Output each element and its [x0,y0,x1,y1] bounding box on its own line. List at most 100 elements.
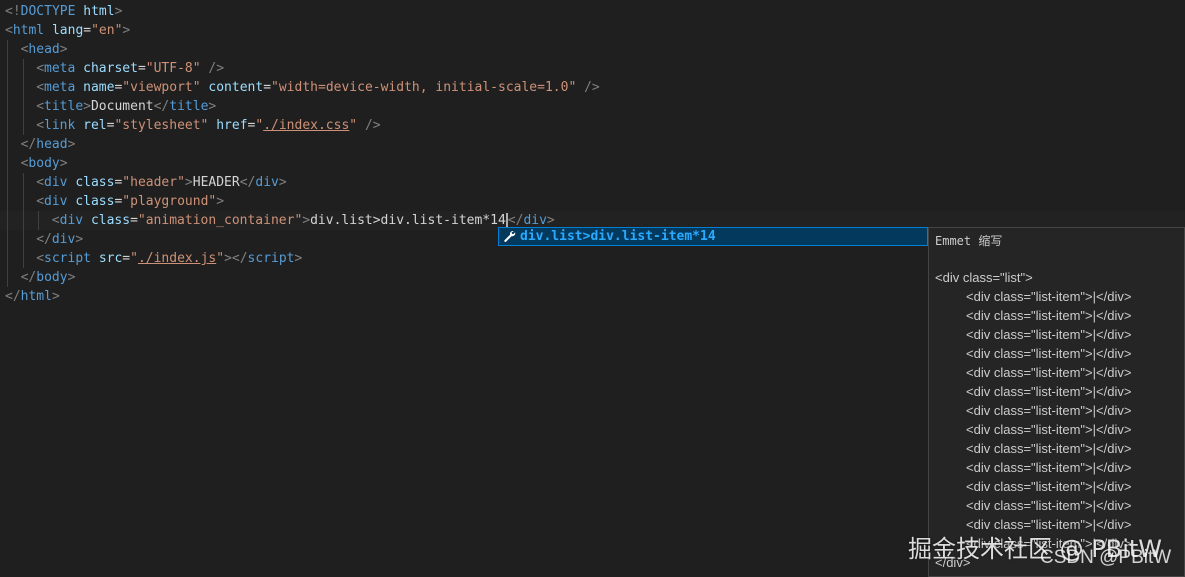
code-line[interactable]: <div class="playground"> [0,192,1185,211]
code-token: > [184,175,193,190]
code-line[interactable]: <link rel="stylesheet" href="./index.css… [0,116,1185,135]
code-line[interactable]: <meta name="viewport" content="width=dev… [0,78,1185,97]
code-line[interactable]: <!DOCTYPE html> [0,2,1185,21]
code-text: <meta name="viewport" content="width=dev… [36,78,600,97]
code-token: /> [364,118,381,133]
code-token: link [44,118,76,133]
preview-item-line: <div class="list-item">|</div> [966,308,1132,323]
code-token: " [255,118,264,133]
indent-guide [22,192,24,211]
indent-guide [7,116,8,135]
preview-item-line: <div class="list-item">|</div> [966,498,1132,513]
file-link[interactable]: ./index.css [263,118,349,133]
code-token: script [44,251,91,266]
code-token: </ [20,270,37,285]
code-line[interactable]: <div class="header">HEADER</div> [0,173,1185,192]
code-text: </body> [21,268,76,287]
indent-guide [22,249,24,268]
code-token: class [90,213,131,228]
code-token: </ [36,232,52,247]
code-token: name [83,80,115,95]
file-link[interactable]: ./index.js [138,251,216,266]
code-token: </ [20,137,37,152]
code-token: meta [44,61,76,76]
code-text: </div> [36,230,83,249]
code-token: < [36,194,45,209]
code-text: </head> [21,135,76,154]
code-token: > [208,99,217,114]
code-text: <script src="./index.js"></script> [36,249,302,268]
code-line[interactable]: <html lang="en"> [0,21,1185,40]
code-token: body [28,156,60,171]
code-token: < [36,61,45,76]
code-text: <meta charset="UTF-8" /> [36,59,224,78]
code-line[interactable]: <title>Document</title> [0,97,1185,116]
code-token: < [36,80,45,95]
code-line[interactable]: <head> [0,40,1185,59]
indent-guide [7,211,8,230]
suggestion-item-emmet[interactable]: div.list>div.list-item*14 [520,228,716,245]
code-token: lang [51,23,84,38]
code-token: div [255,175,279,190]
code-token: script [247,251,295,266]
code-token: > [75,232,84,247]
preview-item-line: <div class="list-item">|</div> [966,384,1132,399]
code-text: <div class="animation_container">div.lis… [52,211,555,230]
code-token: head [28,42,60,57]
code-token: div [44,175,68,190]
code-text: </html> [5,287,60,306]
code-token: /> [208,61,225,76]
code-token: > [546,213,555,228]
indent-guide [7,230,8,249]
code-token: " [216,251,225,266]
code-line[interactable]: <meta charset="UTF-8" /> [0,59,1185,78]
code-text: <div class="header">HEADER</div> [36,173,287,192]
code-token: head [36,137,68,152]
suggestion-details-panel: Emmet 缩写 <div class="list"> <div class="l… [928,227,1185,577]
code-token: = [137,61,146,76]
indent-guide [7,135,8,154]
indent-guide [7,192,8,211]
code-token: html [12,23,45,38]
indent-guide [7,78,8,97]
suggestion-widget[interactable]: div.list>div.list-item*14 [498,227,928,246]
code-token: < [36,175,45,190]
preview-item-line: <div class="list-item">|</div> [966,479,1132,494]
indent-guide [7,173,8,192]
indent-guide [38,211,40,230]
code-token: div.list>div.list-item*14 [310,213,506,228]
code-token: "viewport" [122,80,201,95]
code-text: <html lang="en"> [5,21,130,40]
preview-item-line: <div class="list-item">|</div> [966,403,1132,418]
indent-guide [22,59,24,78]
code-token: </ [507,213,524,228]
code-token: "en" [91,23,123,38]
watermark-csdn: CSDN @PBitW [1040,547,1172,568]
code-token: ></ [224,251,248,266]
preview-item-line: <div class="list-item">|</div> [966,346,1132,361]
code-token: > [59,42,68,57]
indent-guide [22,211,24,230]
code-token: > [83,99,91,114]
indent-guide [7,40,8,59]
code-text: <div class="playground"> [36,192,224,211]
code-token: "stylesheet" [114,118,209,133]
code-token: = [130,213,138,228]
code-text: <link rel="stylesheet" href="./index.css… [36,116,380,135]
code-line[interactable]: <body> [0,154,1185,173]
indent-guide [22,173,24,192]
code-token: > [114,4,123,19]
code-line[interactable]: </head> [0,135,1185,154]
code-token: meta [44,80,76,95]
code-token: < [5,23,13,38]
code-token: title [44,99,84,114]
code-token: > [67,270,76,285]
code-token: < [36,118,45,133]
indent-guide [7,268,8,287]
